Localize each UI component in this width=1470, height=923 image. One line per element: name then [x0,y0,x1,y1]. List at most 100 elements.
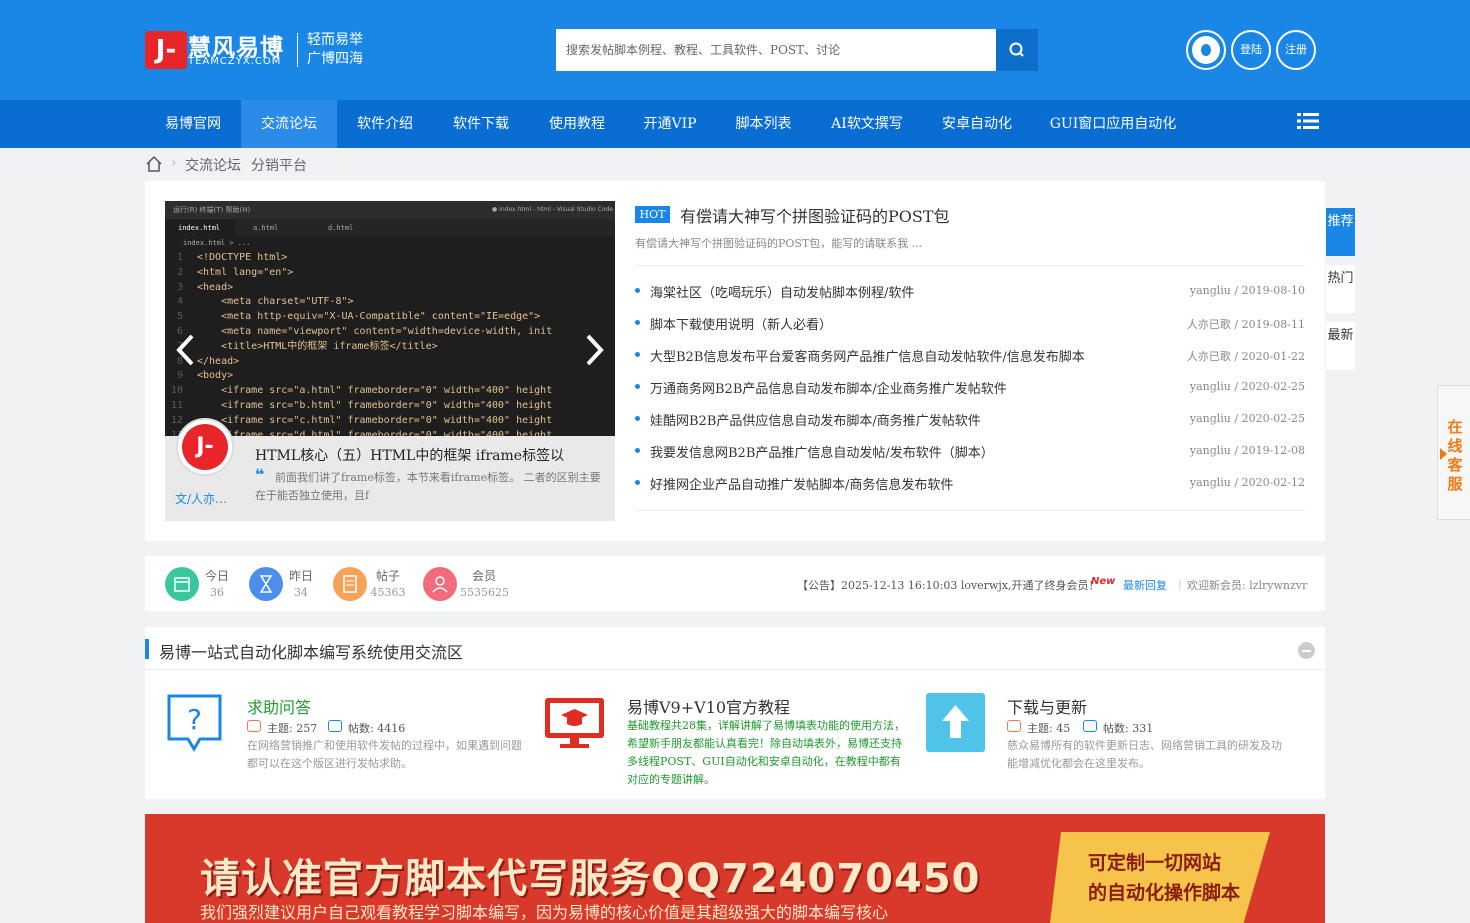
forum-topics-download: 主题: 45 [1027,722,1071,735]
nav-item-tutorial[interactable]: 使用教程 [529,100,625,148]
forum-name-download[interactable]: 下载与更新 [1007,694,1087,718]
forum-topics-help: 主题: 257 [267,722,318,735]
code-line: 2 <html lang="en"> [165,265,293,280]
collapse-icon[interactable] [1298,642,1315,659]
ad-banner[interactable]: 请认准官方脚本代写服务QQ724070450 我们强烈建议用户自己观看教程学习脚… [145,814,1325,923]
list-bullet [635,480,640,485]
section-marker [145,639,149,659]
author-name[interactable]: 文/人亦… [175,490,235,507]
stat-posts-value: 45363 [370,586,406,599]
calendar-icon [165,567,199,601]
search-input[interactable]: 搜索发帖脚本例程、教程、工具软件、POST、讨论 [556,29,996,71]
code-text: <meta http-equiv="X-UA-Compatible" conte… [197,311,541,323]
logo-divider [297,33,298,67]
slide-title[interactable]: HTML核心（五）HTML中的框架 iframe标签以 [255,445,605,465]
logo-subtext: TEAMCZYX.COM [188,56,282,67]
line-number: 2 [176,266,183,278]
banner-headline: 请认准官方脚本代写服务QQ724070450 [200,856,981,902]
code-text: <meta charset="UTF-8"> [197,296,354,308]
code-text: <body> [197,370,234,382]
service-arrow-icon [1440,448,1447,460]
code-line: 1 <!DOCTYPE html> [165,250,287,265]
svg-text:?: ? [187,703,202,736]
slider-prev-icon[interactable] [175,333,197,367]
code-text: <meta name="viewport" content="width=dev… [197,326,553,337]
nav-item-download[interactable]: 软件下载 [433,100,529,148]
forum-name-help[interactable]: 求助问答 [247,694,311,718]
register-button[interactable]: 注册 [1276,30,1316,70]
code-text: <iframe src="a.html" frameborder="0" wid… [197,385,553,397]
post-icon [328,720,342,732]
thread-meta: yangliu / 2020-02-25 [1189,412,1305,425]
nav-item-scripts[interactable]: 脚本列表 [715,100,812,148]
announcement-text[interactable]: 【公告】2025-12-13 16:10:03 loverwjx,开通了终身会员… [797,577,1099,593]
thread-title[interactable]: 我要发信息网B2B产品推广信息自动发帖/发布软件（脚本） [650,442,994,461]
thread-title[interactable]: 娃酷网B2B产品供应信息自动发布脚本/商务推广发帖软件 [650,410,981,429]
thread-meta: 人亦已歌 / 2020-01-22 [1186,350,1305,363]
line-number: 9 [176,370,183,382]
thread-meta: yangliu / 2020-02-12 [1189,476,1305,489]
code-line: 9 <body> [165,368,233,383]
nav-item-ai[interactable]: AI软文撰写 [812,100,922,148]
thread-title[interactable]: 好推网企业产品自动推广发帖脚本/商务信息发布软件 [650,474,953,493]
nav-item-vip[interactable]: 开通VIP [625,100,715,148]
tab-hot[interactable]: 热门 [1326,265,1355,313]
slogan: 轻而易举 广博四海 [307,31,363,69]
author-avatar[interactable]: J- [176,418,234,476]
qq-login-button[interactable] [1186,30,1226,70]
slider-next-icon[interactable] [583,333,605,367]
nav-item-home[interactable]: 易博官网 [145,100,241,148]
thread-meta: yangliu / 2019-12-08 [1189,444,1305,457]
latest-replies-link[interactable]: 最新回复 [1123,577,1167,593]
nav-item-gui[interactable]: GUI窗口应用自动化 [1032,100,1194,148]
list-bullet [635,448,640,453]
thread-title[interactable]: 大型B2B信息发布平台爱客商务网产品推广信息自动发帖软件/信息发布脚本 [650,346,1085,365]
slogan-line-2: 广博四海 [307,51,363,67]
code-text: <html lang="en"> [197,266,294,278]
tab-latest[interactable]: 最新 [1326,322,1355,370]
stat-members-label: 会员 [471,569,496,583]
divider [145,669,1325,670]
thread-title[interactable]: 万通商务网B2B产品信息自动发布脚本/企业商务推广发帖软件 [650,378,1007,397]
stat-yesterday-label: 昨日 [288,569,313,583]
avatar-logo: J- [182,424,228,470]
divider [635,510,1305,511]
tab-recommend[interactable]: 推荐 [1326,208,1355,256]
tutorial-monitor-icon[interactable] [543,695,606,752]
document-icon [333,567,367,601]
code-text: <iframe src="b.html" frameborder="0" wid… [197,400,553,411]
list-bullet [635,288,640,293]
login-button[interactable]: 登陆 [1231,30,1271,70]
stat-today-value: 36 [210,586,224,599]
welcome-member[interactable]: 欢迎新会员: lzlrywnzvr [1187,577,1307,593]
thread-title[interactable]: 海棠社区（吃喝玩乐）自动发帖脚本例程/软件 [650,282,914,301]
breadcrumb-forum[interactable]: 交流论坛 [185,155,241,175]
line-number: 10 [170,385,183,397]
online-service-widget[interactable]: 在线客服 [1437,385,1470,520]
nav-item-android[interactable]: 安卓自动化 [922,100,1032,148]
thread-title[interactable]: 脚本下载使用说明（新人必看） [650,314,832,333]
breadcrumb-distribution[interactable]: 分销平台 [251,155,307,175]
hot-thread-title[interactable]: 有偿请大神写个拼图验证码的POST包 [680,203,950,227]
download-update-icon[interactable] [926,693,985,752]
menu-list-icon[interactable] [1297,112,1319,130]
code-line: 6 <meta name="viewport" content="width=d… [165,324,552,339]
topic-icon [1007,720,1021,732]
site-logo[interactable]: J- [145,31,187,69]
forum-posts-help: 帖数: 4416 [348,722,406,735]
list-bullet [635,320,640,325]
nav-item-forum[interactable]: 交流论坛 [241,100,337,148]
banner-subtext: 我们强烈建议用户自己观看教程学习脚本编写，因为易博的核心价值是其超级强大的脚本编… [200,903,889,922]
code-line: 10 <iframe src="a.html" frameborder="0" … [165,383,552,398]
online-service-label: 在线客服 [1447,418,1463,493]
stat-today-label: 今日 [204,569,229,583]
search-button[interactable] [996,29,1038,71]
forum-name-tutorial[interactable]: 易博V9+V10官方教程 [627,694,790,718]
stat-posts-label: 帖子 [375,569,400,583]
nav-item-software[interactable]: 软件介绍 [337,100,433,148]
code-text: </head> [197,355,240,367]
stat-yesterday-value: 34 [294,586,308,599]
home-icon[interactable] [145,155,163,173]
help-question-icon[interactable]: ? [166,693,223,753]
image-slider[interactable]: 运行(R) 终端(T) 帮助(H) ● index.html - html - … [165,201,615,521]
